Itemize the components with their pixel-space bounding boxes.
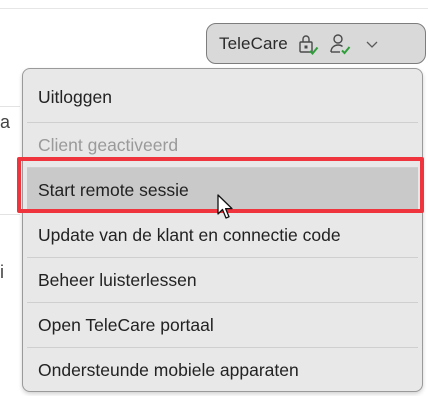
background-text-fragment: i — [0, 262, 4, 282]
menu-item-client-geactiveerd: Client geactiveerd — [27, 123, 418, 168]
account-menu-button[interactable]: TeleCare — [206, 23, 426, 64]
account-label: TeleCare — [219, 33, 288, 53]
lock-check-icon — [299, 34, 319, 55]
account-dropdown-menu: Uitloggen Client geactiveerd Start remot… — [22, 68, 423, 392]
background-divider — [0, 106, 20, 107]
menu-item-ondersteunde-mobiele-apparaten[interactable]: Ondersteunde mobiele apparaten — [27, 348, 418, 393]
menu-item-beheer-luisterlessen[interactable]: Beheer luisterlessen — [27, 258, 418, 303]
menu-item-uitloggen[interactable]: Uitloggen — [27, 69, 418, 123]
page: a i TeleCare Uitloggen Client geactiveer… — [0, 0, 428, 396]
menu-item-open-telecare-portaal[interactable]: Open TeleCare portaal — [27, 303, 418, 348]
user-check-icon — [330, 33, 351, 54]
mouse-cursor-icon — [217, 194, 233, 219]
background-text-fragment: a — [0, 112, 11, 132]
divider — [0, 8, 428, 9]
chevron-down-icon — [366, 41, 378, 48]
background-divider — [0, 214, 20, 215]
